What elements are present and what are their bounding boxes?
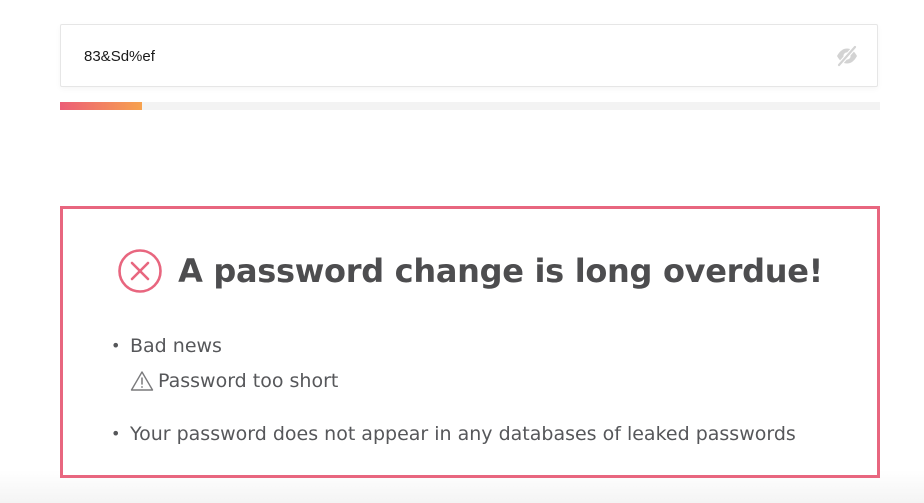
bullet: • xyxy=(111,424,121,443)
password-check-result: A password change is long overdue! • Bad… xyxy=(60,206,880,478)
warning-message: Password too short xyxy=(130,366,850,396)
warning-triangle-icon xyxy=(130,371,154,391)
bullet: • xyxy=(111,336,121,355)
password-strength-fill xyxy=(60,102,142,110)
list-item: • Your password does not appear in any d… xyxy=(110,419,850,449)
error-circle-icon xyxy=(118,249,162,293)
password-field[interactable] xyxy=(60,24,878,87)
result-header: A password change is long overdue! xyxy=(63,246,877,296)
result-title: A password change is long overdue! xyxy=(178,252,823,290)
password-strength-meter xyxy=(60,102,880,110)
password-input[interactable] xyxy=(84,43,804,69)
list-item-label: Bad news xyxy=(130,335,222,357)
eye-slash-icon[interactable] xyxy=(835,44,859,68)
list-item: • Bad news Password too short xyxy=(110,331,850,396)
warning-text: Password too short xyxy=(158,370,339,392)
result-list: • Bad news Password too short • Your pas… xyxy=(110,331,850,449)
list-item-label: Your password does not appear in any dat… xyxy=(130,423,796,445)
